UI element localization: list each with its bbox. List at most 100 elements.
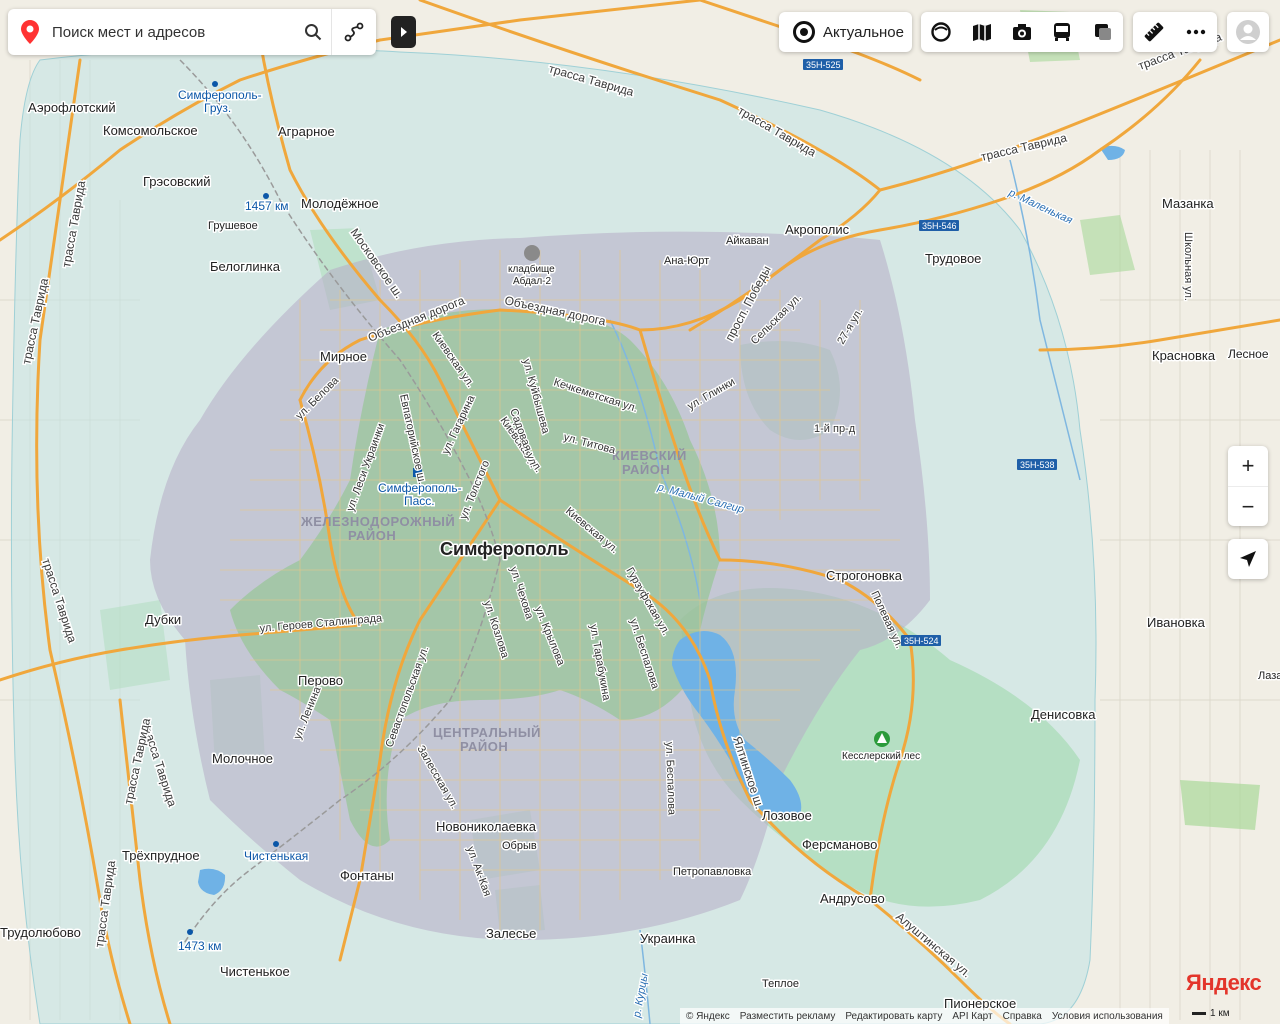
search-icon — [305, 24, 322, 41]
collapse-panel-button[interactable] — [391, 16, 416, 48]
footer-terms-link[interactable]: Условия использования — [1052, 1011, 1163, 1022]
place-lozovoe: Лозовое — [762, 808, 812, 823]
route-button[interactable] — [331, 9, 376, 55]
district-zhelezno-line1: ЖЕЛЕЗНОДОРОЖНЫЙ — [300, 514, 455, 529]
place-aykavan: Айкаван — [726, 235, 769, 247]
place-ana-yurt: Ана-Юрт — [664, 255, 709, 267]
profile-button[interactable] — [1227, 12, 1269, 52]
place-perovo: Перово — [298, 673, 343, 688]
more-button[interactable] — [1179, 15, 1213, 49]
cemetery-icon — [524, 245, 540, 261]
footer-help-link[interactable]: Справка — [1003, 1011, 1042, 1022]
play-arrow-icon — [400, 27, 407, 37]
scale-bar — [1192, 1012, 1206, 1015]
place-grushevoe: Грушевое — [208, 220, 258, 232]
overlay-button[interactable] — [1086, 15, 1120, 49]
footer-api-link[interactable]: API Карт — [952, 1011, 992, 1022]
place-obryv: Обрыв — [502, 840, 537, 852]
camera-icon — [1012, 24, 1031, 40]
place-trudolyubovo: Трудолюбово — [0, 925, 81, 940]
tools-toolbar — [1133, 12, 1217, 52]
transit-simf-gruz-2: Груз. — [204, 101, 231, 115]
place-komsomolskoe: Комсомольское — [103, 123, 198, 138]
place-andrusovo: Андрусово — [820, 891, 885, 906]
layers-toolbar — [921, 12, 1123, 52]
place-akropolis: Акрополис — [785, 222, 850, 237]
place-novonikolaevka: Новониколаевка — [436, 819, 537, 834]
transit-chistenkaya: Чистенькая — [244, 849, 308, 863]
scale-label: 1 км — [1210, 1008, 1230, 1019]
zoom-in-button[interactable]: + — [1228, 446, 1268, 486]
place-ukrainka: Украинка — [640, 931, 696, 946]
footer-advertise-link[interactable]: Разместить рекламу — [740, 1011, 836, 1022]
map-scale: 1 км — [1192, 1008, 1230, 1019]
avatar-icon — [1236, 20, 1260, 44]
place-chistenkoe: Чистенькое — [220, 964, 290, 979]
place-zalesye: Залесье — [486, 926, 536, 941]
place-stroganovka: Строгоновка — [826, 568, 903, 583]
place-denisovka: Денисовка — [1031, 707, 1096, 722]
svg-text:35Н-538: 35Н-538 — [1020, 460, 1055, 470]
place-cemetery-line1: кладбище — [508, 263, 555, 275]
svg-text:35Н-524: 35Н-524 — [904, 636, 939, 646]
more-dots-icon — [1186, 29, 1206, 35]
place-fontany: Фонтаны — [340, 868, 394, 883]
district-zhelezno-line2: РАЙОН — [348, 528, 396, 543]
place-ivanovka: Ивановка — [1147, 615, 1206, 630]
panorama-button[interactable] — [924, 15, 958, 49]
place-molochnoe: Молочное — [212, 751, 273, 766]
svg-text:1-й пр-д: 1-й пр-д — [814, 423, 856, 435]
map-canvas[interactable]: Аэрофлотский Комсомольское Аграрное Грэс… — [0, 0, 1280, 1024]
place-aeroflotsky: Аэрофлотский — [28, 100, 116, 115]
place-teploe: Теплое — [762, 978, 799, 990]
district-central-line2: РАЙОН — [460, 739, 508, 754]
place-dubki: Дубки — [145, 612, 181, 627]
panorama-icon — [931, 22, 951, 42]
search-input[interactable]: Поиск мест и адресов — [52, 24, 295, 41]
camera-button[interactable] — [1005, 15, 1039, 49]
footer-links: © Яндекс Разместить рекламу Редактироват… — [680, 1008, 1169, 1024]
place-petropavlovka: Петропавловка — [673, 866, 752, 878]
search-panel: Поиск мест и адресов — [8, 9, 376, 55]
place-kesslersky-les: Кесслерский лес — [842, 751, 920, 762]
place-mazanka: Мазанка — [1162, 196, 1214, 211]
search-button[interactable] — [295, 9, 331, 55]
transport-button[interactable] — [1045, 15, 1079, 49]
yandex-logo[interactable]: Яндекс — [1186, 970, 1262, 996]
bus-icon — [1054, 23, 1071, 41]
transit-simf-pass-2: Пасс. — [404, 494, 435, 508]
place-beloglinka: Белоглинка — [210, 259, 281, 274]
ruler-button[interactable] — [1137, 15, 1171, 49]
zoom-control: + − — [1228, 446, 1268, 526]
place-gresovsky: Грэсовский — [143, 174, 211, 189]
district-central-line1: ЦЕНТРАЛЬНЫЙ — [433, 725, 541, 740]
geolocation-button[interactable] — [1228, 539, 1268, 579]
layers-map-icon — [972, 24, 991, 41]
station-icon-1473 — [187, 929, 193, 935]
place-krasnovka: Красновка — [1152, 348, 1216, 363]
place-mirnoe: Мирное — [320, 349, 367, 364]
place-molodyozhnoe: Молодёжное — [301, 196, 379, 211]
actual-label: Актуальное — [823, 23, 904, 41]
map-pin-icon — [8, 9, 52, 55]
place-trudovoe: Трудовое — [925, 251, 981, 266]
city-label: Симферополь — [440, 539, 569, 559]
layers-map-button[interactable] — [965, 15, 999, 49]
route-icon — [344, 22, 364, 42]
navigation-arrow-icon — [1240, 551, 1256, 567]
target-icon — [793, 21, 815, 43]
zoom-out-button[interactable]: − — [1228, 486, 1268, 527]
footer-copyright[interactable]: © Яндекс — [686, 1011, 730, 1022]
district-kievsky-line1: КИЕВСКИЙ — [612, 448, 687, 463]
place-agrarnoe: Аграрное — [278, 124, 335, 139]
district-kievsky-line2: РАЙОН — [622, 462, 670, 477]
footer-edit-map-link[interactable]: Редактировать карту — [845, 1011, 942, 1022]
station-icon-gruz — [212, 81, 218, 87]
svg-text:35Н-546: 35Н-546 — [922, 221, 957, 231]
place-cemetery-line2: Абдал-2 — [513, 275, 552, 287]
actual-button[interactable]: Актуальное — [779, 12, 912, 52]
station-icon-chistenkaya — [273, 841, 279, 847]
transit-simf-gruz-1: Симферополь- — [178, 88, 262, 102]
svg-text:Школьная ул.: Школьная ул. — [1182, 232, 1194, 301]
transit-km1457: 1457 км — [245, 199, 289, 213]
